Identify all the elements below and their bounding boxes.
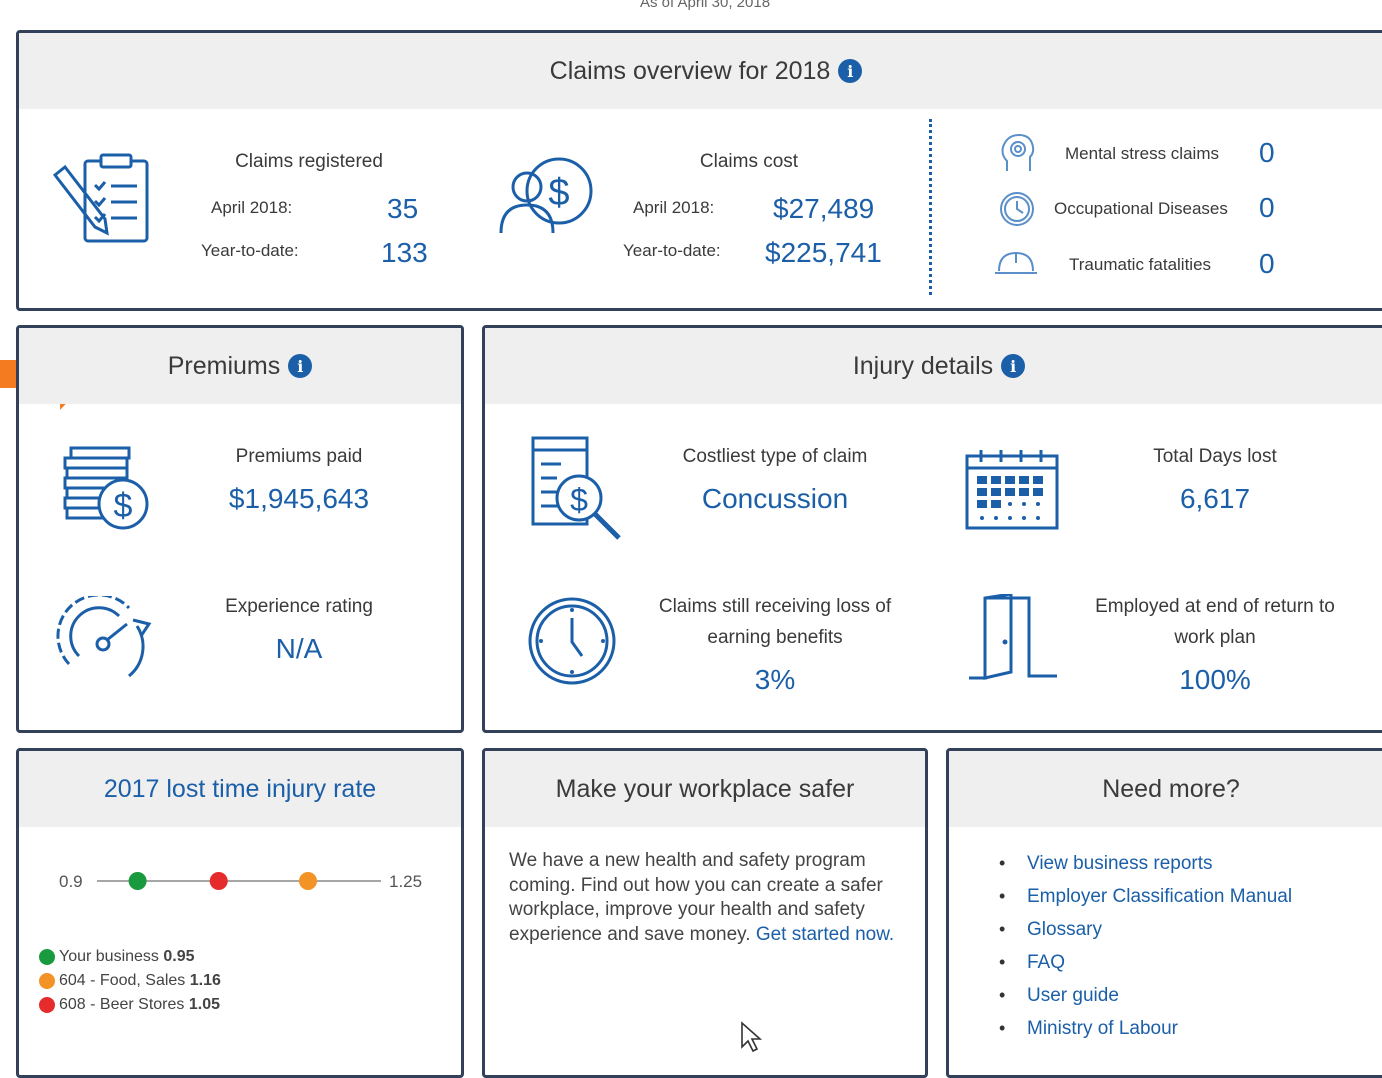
employer-classification-manual-link[interactable]: Employer Classification Manual — [1027, 886, 1292, 907]
workplace-safer-title: Make your workplace safer — [555, 774, 855, 803]
premiums-title: Premiums — [167, 351, 281, 380]
legend-dot — [39, 949, 55, 965]
scale-max-label: 1.25 — [389, 872, 422, 891]
injury-details-header: Injury details i — [485, 328, 1382, 404]
need-more-header: Need more? — [949, 751, 1382, 827]
lost-time-injury-title: 2017 lost time injury rate — [103, 774, 377, 803]
total-days-lost-value: 6,617 — [1179, 483, 1251, 514]
claims-cost-month-value: $27,489 — [773, 193, 875, 224]
coin-stack-dollar-icon: $ — [63, 446, 149, 530]
clock-icon — [1000, 192, 1034, 226]
injury-details-card: Injury details i $ Costliest type of cla… — [482, 325, 1382, 733]
info-icon[interactable]: i — [288, 354, 313, 378]
occupational-diseases-value: 0 — [1259, 192, 1275, 223]
scale-marker-1 — [209, 872, 228, 890]
loss-benefits-value: 3% — [754, 664, 796, 695]
svg-text:$: $ — [570, 482, 588, 518]
legend-item-your-business: Your business 0.95 — [39, 945, 221, 969]
hard-hat-icon — [995, 251, 1037, 274]
premiums-paid-value: $1,945,643 — [228, 483, 370, 514]
employed-label-line1: Employed at end of return to — [1095, 596, 1335, 617]
experience-rating-label: Experience rating — [225, 596, 373, 617]
workplace-safer-body: We have a new health and safety program … — [509, 850, 895, 945]
premiums-header: Premiums i — [19, 328, 461, 404]
mental-stress-value: 0 — [1259, 137, 1275, 168]
claims-registered-ytd-label: Year-to-date: — [201, 241, 299, 260]
clipboard-checklist-icon — [52, 153, 149, 243]
section-divider — [929, 119, 932, 295]
mouse-cursor-icon — [741, 1021, 763, 1053]
legend-dot — [39, 973, 55, 989]
occupational-diseases-label: Occupational Diseases — [1054, 199, 1228, 218]
claims-registered-ytd-value: 133 — [381, 237, 428, 268]
legend-dot — [39, 997, 55, 1013]
need-more-card: Need more? View business reports Employe… — [946, 748, 1382, 1078]
faq-link[interactable]: FAQ — [1027, 952, 1065, 973]
list-item: User guide — [999, 979, 1292, 1012]
legend-item-beer-stores: 608 - Beer Stores 1.05 — [39, 993, 221, 1017]
employed-label-line2: work plan — [1174, 627, 1256, 648]
workplace-safer-header: Make your workplace safer — [485, 751, 925, 827]
claims-overview-header: Claims overview for 2018 i — [19, 33, 1382, 109]
experience-rating-value: N/A — [275, 633, 323, 664]
lost-time-injury-card: 2017 lost time injury rate 0.9 1.25 Your… — [16, 748, 464, 1078]
costliest-claim-label: Costliest type of claim — [682, 446, 868, 467]
legend-item-food-sales: 604 - Food, Sales 1.16 — [39, 969, 221, 993]
door-exit-icon — [969, 594, 1057, 680]
workplace-safer-card: Make your workplace safer We have a new … — [482, 748, 928, 1078]
loss-benefits-label-line1: Claims still receiving loss of — [658, 596, 892, 617]
premiums-paid-label: Premiums paid — [235, 446, 363, 467]
total-days-lost-label: Total Days lost — [1153, 446, 1277, 467]
ministry-of-labour-link[interactable]: Ministry of Labour — [1027, 1018, 1178, 1039]
view-business-reports-link[interactable]: View business reports — [1027, 853, 1213, 874]
claims-cost-ytd-value: $225,741 — [765, 237, 882, 268]
claims-registered-label: Claims registered — [235, 151, 383, 172]
need-more-links: View business reports Employer Classific… — [999, 847, 1292, 1045]
speedometer-icon — [56, 596, 152, 678]
claims-overview-card: Claims overview for 2018 i Claims regist… — [16, 30, 1382, 311]
list-item: Employer Classification Manual — [999, 880, 1292, 913]
employed-value: 100% — [1179, 664, 1251, 695]
svg-text:$: $ — [548, 172, 569, 214]
claims-cost-month-label: April 2018: — [633, 198, 715, 217]
people-dollar-icon: $ — [499, 157, 593, 234]
head-brain-icon — [1001, 133, 1035, 171]
document-magnifier-dollar-icon: $ — [531, 436, 621, 540]
calendar-icon — [965, 450, 1059, 530]
scale-min-label: 0.9 — [59, 872, 83, 891]
loss-benefits-label-line2: earning benefits — [707, 627, 843, 648]
get-started-link[interactable]: Get started now. — [756, 924, 894, 945]
info-icon[interactable]: i — [1001, 354, 1026, 378]
list-item: FAQ — [999, 946, 1292, 979]
injury-rate-scale: 0.9 1.25 — [59, 872, 422, 891]
traumatic-fatalities-label: Traumatic fatalities — [1069, 255, 1212, 274]
claims-overview-title: Claims overview for 2018 — [549, 56, 831, 85]
claims-registered-month-label: April 2018: — [211, 198, 293, 217]
mental-stress-label: Mental stress claims — [1065, 144, 1219, 163]
lost-time-injury-header: 2017 lost time injury rate — [19, 751, 461, 827]
list-item: Ministry of Labour — [999, 1012, 1292, 1045]
injury-details-title: Injury details — [852, 351, 994, 380]
scale-marker-0 — [128, 872, 147, 890]
claims-cost-label: Claims cost — [699, 151, 799, 172]
traumatic-fatalities-value: 0 — [1259, 248, 1275, 279]
scale-marker-2 — [299, 872, 317, 890]
claims-cost-ytd-label: Year-to-date: — [623, 241, 721, 260]
injury-rate-legend: Your business 0.95 604 - Food, Sales 1.1… — [39, 945, 221, 1017]
user-guide-link[interactable]: User guide — [1027, 985, 1119, 1006]
as-of-date: As of April 30, 2018 — [639, 0, 771, 11]
svg-text:$: $ — [114, 487, 133, 525]
info-icon[interactable]: i — [838, 59, 863, 83]
list-item: View business reports — [999, 847, 1292, 880]
need-more-title: Need more? — [1102, 774, 1240, 803]
wall-clock-icon — [528, 597, 616, 685]
glossary-link[interactable]: Glossary — [1027, 919, 1102, 940]
costliest-claim-value: Concussion — [701, 483, 849, 514]
list-item: Glossary — [999, 913, 1292, 946]
claims-registered-month-value: 35 — [387, 193, 419, 224]
premiums-card: Premiums i $ Premiums paid $1,945,643 Ex… — [16, 325, 464, 733]
